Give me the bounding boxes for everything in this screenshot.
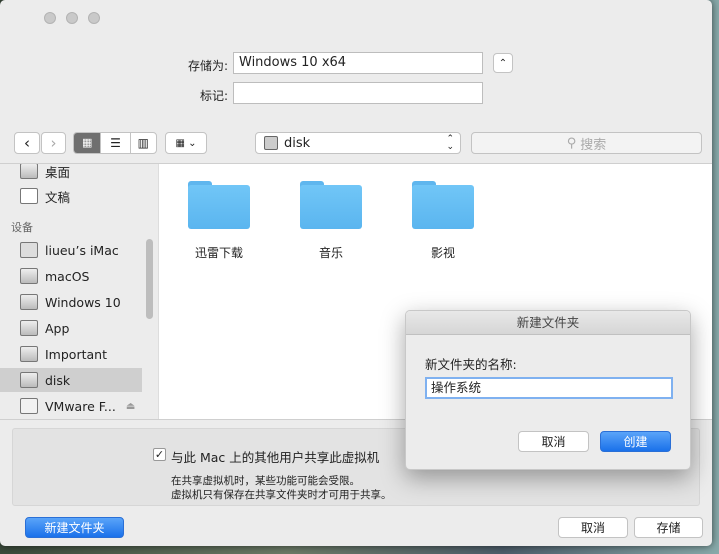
updown-chevron-icon: ⌃ ⌄: [446, 134, 454, 152]
sidebar-item-label: 文稿: [45, 189, 71, 205]
imac-icon: [20, 242, 38, 258]
share-label: 与此 Mac 上的其他用户共享此虚拟机: [171, 450, 380, 465]
save-button[interactable]: 存储: [634, 517, 703, 538]
new-folder-button[interactable]: 新建文件夹: [25, 517, 124, 538]
sidebar-item-label: 桌面: [45, 164, 71, 180]
arrange-button[interactable]: ▦ ⌄: [165, 132, 207, 154]
save-as-input[interactable]: Windows 10 x64: [233, 52, 483, 74]
sidebar-scrollbar[interactable]: [146, 239, 153, 319]
folder-icon[interactable]: [188, 181, 250, 229]
sidebar-item-label: VMware F...: [45, 398, 116, 414]
sidebar-item-label: disk: [45, 372, 71, 388]
sidebar-item-important[interactable]: Important: [0, 342, 142, 366]
search-icon: ⚲: [566, 135, 577, 151]
dialog-create-button[interactable]: 创建: [600, 431, 671, 452]
sidebar-item-imac[interactable]: liueu’s iMac: [0, 238, 142, 262]
sidebar-item-windows10[interactable]: Windows 10: [0, 290, 142, 314]
save-as-label: 存储为:: [187, 59, 228, 73]
file-name[interactable]: 影视: [398, 244, 488, 261]
chevron-left-icon: ‹: [24, 134, 30, 152]
zoom-window-button[interactable]: [88, 12, 100, 24]
close-window-button[interactable]: [44, 12, 56, 24]
forward-button[interactable]: ›: [41, 132, 66, 154]
folder-name-label: 新文件夹的名称:: [425, 357, 517, 372]
sidebar-item-label: liueu’s iMac: [45, 242, 119, 258]
dialog-cancel-button[interactable]: 取消: [518, 431, 589, 452]
dialog-title: 新建文件夹: [406, 311, 690, 335]
search-placeholder: 搜索: [580, 137, 607, 153]
disk-icon: [20, 320, 38, 336]
sidebar-item-label: Windows 10: [45, 294, 121, 310]
list-view-button[interactable]: ☰: [100, 133, 129, 153]
file-name[interactable]: 迅雷下载: [174, 244, 264, 261]
sidebar-item-label: App: [45, 320, 70, 336]
file-name[interactable]: 音乐: [286, 244, 376, 261]
sidebar-item-desktop[interactable]: 桌面: [0, 164, 142, 183]
folder-icon[interactable]: [300, 181, 362, 229]
folder-name-input[interactable]: 操作系统: [425, 377, 673, 399]
back-button[interactable]: ‹: [14, 132, 40, 154]
chevron-right-icon: ›: [50, 134, 57, 152]
search-input[interactable]: ⚲ 搜索: [471, 132, 702, 154]
disk-icon: [20, 294, 38, 310]
sidebar-item-macos[interactable]: macOS: [0, 264, 142, 288]
disk-icon: [20, 268, 38, 284]
folder-icon[interactable]: [412, 181, 474, 229]
icon-view-button[interactable]: ▦: [74, 133, 101, 153]
share-note-2: 虚拟机只有保存在共享文件夹时才可用于共享。: [171, 489, 392, 501]
path-popup[interactable]: disk ⌃ ⌄: [255, 132, 461, 154]
column-view-button[interactable]: ▥: [129, 133, 156, 153]
tags-label: 标记:: [199, 89, 228, 103]
document-icon: [20, 188, 38, 204]
sidebar-section-devices: 设备: [11, 221, 33, 234]
share-note-1: 在共享虚拟机时，某些功能可能会受限。: [171, 475, 360, 487]
chevron-up-icon: ⌃: [498, 57, 508, 69]
new-folder-dialog: 新建文件夹 新文件夹的名称: 操作系统 取消 创建: [405, 310, 691, 470]
share-checkbox[interactable]: ✓: [153, 448, 166, 461]
view-mode-segmented: ▦ ☰ ▥: [73, 132, 157, 154]
grid-icon: ▦ ⌄: [175, 137, 197, 149]
sidebar-item-documents[interactable]: 文稿: [0, 184, 142, 208]
desktop-icon: [20, 164, 38, 179]
sidebar-item-app[interactable]: App: [0, 316, 142, 340]
sidebar-item-vmware[interactable]: VMware F... ⏏: [0, 394, 142, 418]
disk-icon: [20, 372, 38, 388]
collapse-button[interactable]: ⌃: [493, 53, 513, 73]
cancel-button[interactable]: 取消: [558, 517, 628, 538]
sidebar: 桌面 文稿 设备 liueu’s iMac macOS Windows 10 A…: [0, 164, 158, 419]
external-disk-icon: [20, 398, 38, 414]
disk-icon: [264, 136, 278, 150]
disk-icon: [20, 346, 38, 362]
sidebar-item-label: macOS: [45, 268, 90, 284]
tags-input[interactable]: [233, 82, 483, 104]
sidebar-item-disk[interactable]: disk: [0, 368, 142, 392]
sidebar-item-label: Important: [45, 346, 107, 362]
checkmark-icon: ✓: [154, 448, 165, 461]
minimize-window-button[interactable]: [66, 12, 78, 24]
path-label: disk: [284, 135, 311, 151]
eject-icon[interactable]: ⏏: [126, 401, 135, 412]
